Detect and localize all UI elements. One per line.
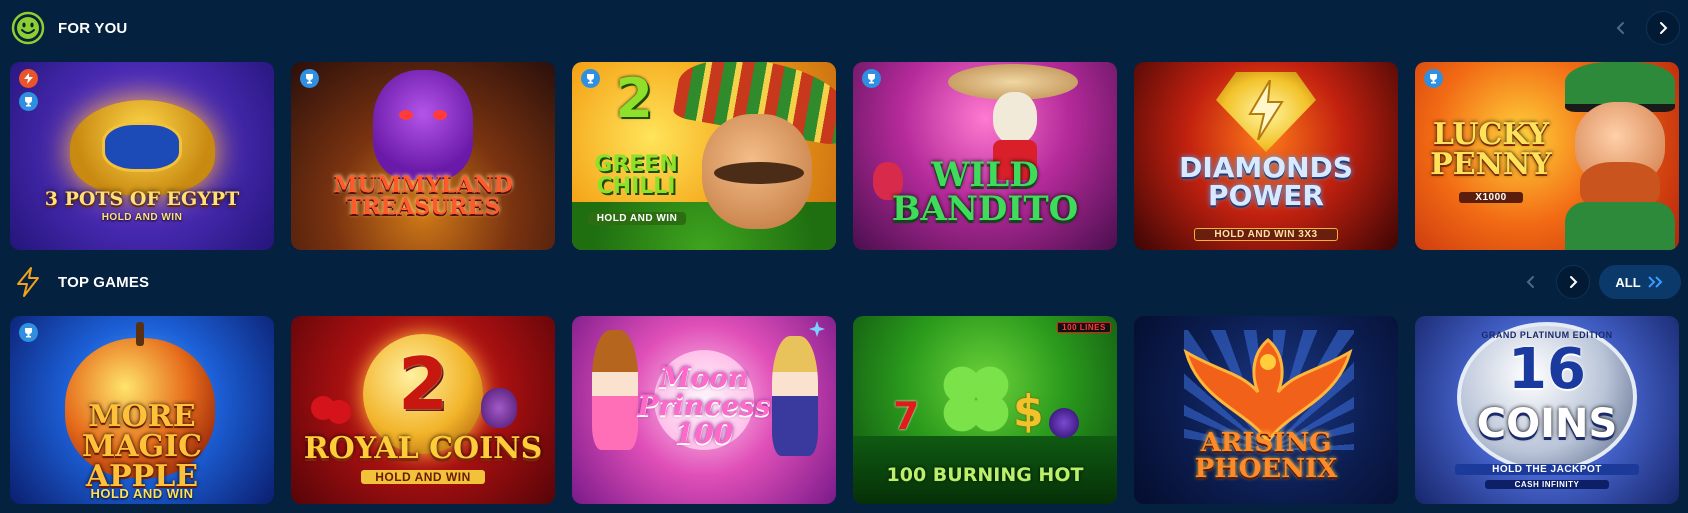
- hot-badge-icon: [19, 69, 38, 88]
- trophy-icon: [862, 69, 881, 88]
- trophy-icon: [19, 323, 38, 342]
- game-title-number: 2: [397, 342, 449, 426]
- game-subtitle: X1000: [1459, 192, 1523, 203]
- trophy-icon: [1424, 69, 1443, 88]
- game-card[interactable]: DIAMONDS POWER HOLD AND WIN 3X3: [1134, 62, 1398, 250]
- game-subtitle: HOLD THE JACKPOT: [1455, 464, 1639, 475]
- scroll-left-button[interactable]: [1514, 265, 1548, 299]
- game-subtitle: HOLD AND WIN 3X3: [1194, 228, 1338, 241]
- game-extra-label: CASH INFINITY: [1485, 480, 1609, 489]
- game-card[interactable]: ARISING PHOENIX: [1134, 316, 1398, 504]
- chevron-right-icon: [1570, 276, 1578, 288]
- game-title: LUCKY PENNY: [1430, 117, 1552, 182]
- game-subtitle: HOLD AND WIN: [90, 486, 194, 501]
- games-row-top-games: More MAGIC APPLE HOLD AND WIN 2 ROYAL CO…: [10, 316, 1680, 504]
- game-card[interactable]: LUCKY PENNY X1000: [1415, 62, 1679, 250]
- trophy-icon: [581, 69, 600, 88]
- game-card[interactable]: MUMMYLAND TREASURES: [291, 62, 555, 250]
- game-title: Moon Princess 100: [637, 361, 771, 450]
- game-title: GREEN CHILLI: [594, 152, 678, 199]
- game-title: ROYAL COINS: [303, 431, 543, 466]
- game-card[interactable]: 2 ROYAL COINS HOLD AND WIN: [291, 316, 555, 504]
- game-title: WILD BANDITO: [891, 155, 1079, 229]
- game-title: More MAGIC APPLE: [81, 399, 202, 494]
- game-card[interactable]: More MAGIC APPLE HOLD AND WIN: [10, 316, 274, 504]
- game-subtitle: HOLD AND WIN: [361, 470, 485, 484]
- game-title: 3 POTS of EGYPT: [44, 188, 240, 210]
- game-title-number: 2: [615, 67, 653, 130]
- game-title: 100 BURNING HOT: [886, 464, 1084, 486]
- trophy-icon: [19, 92, 38, 111]
- game-card[interactable]: WILD BANDITO: [853, 62, 1117, 250]
- game-card[interactable]: 3 POTS of EGYPT HOLD AND WIN: [10, 62, 274, 250]
- game-subtitle: 100 LINES: [1057, 322, 1111, 333]
- game-title: ARISING PHOENIX: [1194, 428, 1338, 484]
- chevron-left-icon: [1526, 276, 1534, 288]
- trophy-icon: [300, 69, 319, 88]
- chevron-right-icon: [1660, 22, 1668, 34]
- section-header-for-you: FOR YOU: [0, 3, 1688, 53]
- game-card[interactable]: 7 $ 100 BURNING HOT 100 LINES: [853, 316, 1117, 504]
- game-title-number: 16: [1508, 337, 1586, 402]
- double-chevron-right-icon: [1647, 276, 1663, 288]
- game-subtitle: HOLD AND WIN: [101, 212, 183, 223]
- games-row-for-you: 3 POTS of EGYPT HOLD AND WIN MUMMYLAND T…: [10, 62, 1680, 250]
- game-title: COINS: [1476, 401, 1618, 447]
- scroll-right-button[interactable]: [1646, 11, 1680, 45]
- view-all-label: ALL: [1615, 274, 1641, 290]
- smiley-icon: [10, 10, 46, 46]
- game-subtitle: HOLD AND WIN: [588, 212, 686, 225]
- game-card[interactable]: GRAND PLATINUM EDITION 16 COINS HOLD THE…: [1415, 316, 1679, 504]
- view-all-button[interactable]: ALL: [1599, 265, 1681, 299]
- scroll-right-button[interactable]: [1556, 265, 1590, 299]
- chevron-left-icon: [1616, 22, 1624, 34]
- section-title: FOR YOU: [58, 19, 128, 37]
- lightning-icon: [10, 264, 46, 300]
- game-card[interactable]: 2 GREEN CHILLI HOLD AND WIN: [572, 62, 836, 250]
- game-title: MUMMYLAND TREASURES: [333, 172, 513, 220]
- section-title: TOP GAMES: [58, 273, 150, 291]
- section-header-top-games: TOP GAMES ALL: [0, 257, 1688, 307]
- scroll-left-button[interactable]: [1604, 11, 1638, 45]
- game-card[interactable]: Moon Princess 100: [572, 316, 836, 504]
- game-title: DIAMONDS POWER: [1179, 151, 1353, 212]
- sparkle-icon: [808, 320, 826, 338]
